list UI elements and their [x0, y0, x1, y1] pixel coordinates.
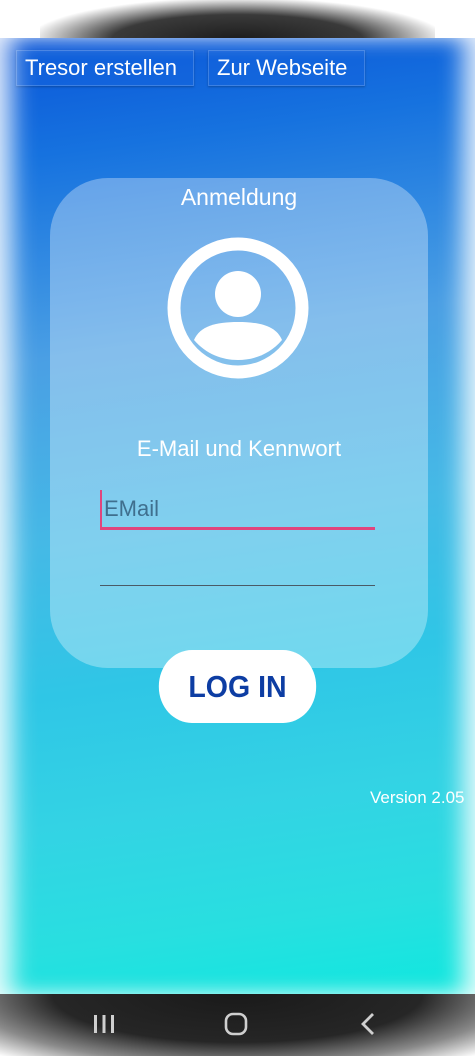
login-card: Anmeldung E-Mail und Kennwort — [50, 178, 428, 668]
login-button[interactable]: LOG IN — [158, 650, 317, 723]
password-field[interactable] — [100, 546, 375, 586]
card-subtitle: E-Mail und Kennwort — [136, 436, 342, 461]
back-button[interactable] — [348, 1002, 388, 1046]
home-button[interactable] — [216, 1002, 256, 1046]
system-nav-bar — [0, 994, 475, 1056]
top-bezel — [40, 0, 435, 40]
card-title: Anmeldung — [180, 184, 298, 210]
email-field[interactable] — [100, 490, 375, 530]
home-icon — [224, 1012, 248, 1036]
recent-apps-icon — [94, 1015, 114, 1033]
back-icon — [361, 1013, 374, 1035]
website-button[interactable]: Zur Webseite — [208, 50, 365, 86]
app-screen: Tresor erstellen Zur Webseite Anmeldung … — [0, 38, 475, 994]
version-label: Version 2.05 — [370, 788, 465, 807]
phone-frame: Tresor erstellen Zur Webseite Anmeldung … — [0, 0, 475, 1056]
create-vault-button[interactable]: Tresor erstellen — [16, 50, 194, 86]
recent-apps-button[interactable] — [84, 1002, 124, 1046]
account-circle-icon — [167, 237, 309, 379]
